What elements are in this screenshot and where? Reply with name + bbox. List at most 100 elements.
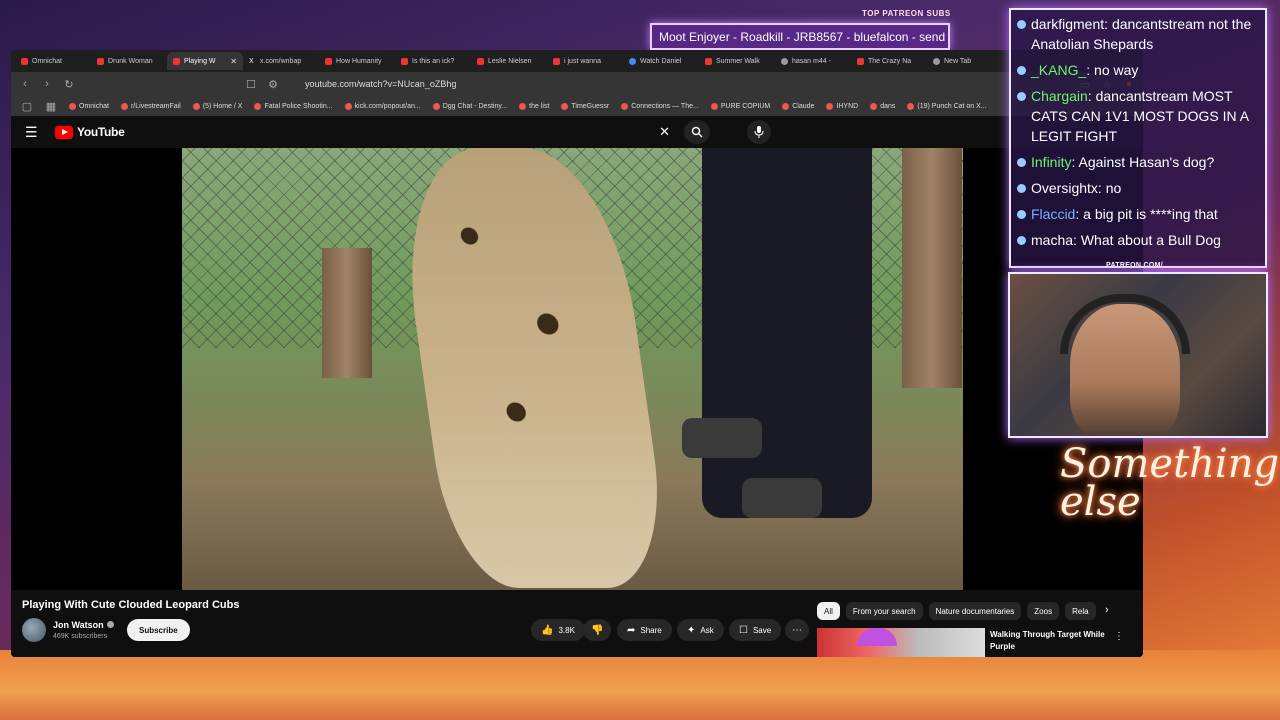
google-icon bbox=[781, 57, 788, 65]
forward-icon[interactable]: › bbox=[41, 78, 53, 90]
tab-label: i just wanna bbox=[564, 57, 601, 65]
chat-message: macha: What about a Bull Dog bbox=[1017, 230, 1259, 250]
sidebar-toggle-icon[interactable]: ▢ bbox=[21, 100, 33, 113]
bookmark-favicon-icon bbox=[344, 102, 352, 110]
bookmark-item[interactable]: Connections — The... bbox=[621, 102, 699, 110]
chat-badge-icon bbox=[1017, 20, 1026, 29]
back-icon[interactable]: ‹ bbox=[19, 78, 31, 90]
bookmark-item[interactable]: (5) Home / X bbox=[192, 102, 242, 110]
bookmark-icon[interactable]: ☐ bbox=[245, 78, 257, 91]
bookmark-label: PURE COPIUM bbox=[720, 102, 771, 110]
bookmark-item[interactable]: IHYND bbox=[826, 102, 858, 110]
filter-chip[interactable]: All bbox=[817, 602, 840, 620]
browser-tab[interactable]: New Tab bbox=[927, 52, 1003, 70]
bookmark-item[interactable]: the list bbox=[519, 102, 549, 110]
browser-tab[interactable]: Leslie Nielsen bbox=[471, 52, 547, 70]
ask-label: Ask bbox=[700, 625, 714, 635]
webcam-feed bbox=[1008, 272, 1268, 438]
browser-tab[interactable]: Drunk Woman bbox=[91, 52, 167, 70]
recommendation-thumbnail[interactable] bbox=[817, 628, 985, 657]
bookmark-favicon-icon bbox=[254, 102, 262, 110]
bookmark-label: Fatal Police Shootin... bbox=[264, 102, 333, 110]
browser-tab[interactable]: Watch Daniel bbox=[623, 52, 699, 70]
tab-label: Summer Walk bbox=[716, 57, 760, 65]
browser-tab[interactable]: The Crazy Na bbox=[851, 52, 927, 70]
chat-text: Infinity: Against Hasan's dog? bbox=[1031, 152, 1214, 172]
channel-name[interactable]: Jon Watson bbox=[53, 620, 114, 630]
chat-username: macha bbox=[1031, 232, 1074, 248]
url-field[interactable]: youtube.com/watch?v=NUcan_oZBhg bbox=[305, 79, 1069, 89]
browser-tab[interactable]: Xx.com/wnbap bbox=[243, 52, 319, 70]
menu-icon[interactable]: ☰ bbox=[25, 124, 43, 141]
chat-badge-icon bbox=[1017, 236, 1026, 245]
subscribe-button[interactable]: Subscribe bbox=[127, 619, 190, 641]
recommendation-title[interactable]: Walking Through Target While Purple bbox=[990, 629, 1108, 653]
bookmark-item[interactable]: PURE COPIUM bbox=[710, 102, 771, 110]
filter-chip[interactable]: Nature documentaries bbox=[928, 602, 1022, 620]
bookmark-item[interactable]: Omnichat bbox=[69, 102, 109, 110]
browser-tab[interactable]: Playing W ✕ bbox=[167, 52, 243, 70]
voice-search-button[interactable] bbox=[747, 120, 771, 144]
newtab-icon bbox=[933, 57, 940, 65]
chat-message-text: What about a Bull Dog bbox=[1080, 232, 1221, 248]
bookmark-favicon-icon bbox=[192, 102, 200, 110]
browser-tab[interactable]: How Humanity bbox=[319, 52, 395, 70]
chat-username: darkfigment bbox=[1031, 16, 1105, 32]
chat-icon bbox=[21, 57, 28, 65]
search-button[interactable] bbox=[684, 120, 710, 144]
bookmark-label: dans bbox=[880, 102, 896, 110]
chat-message-text: no bbox=[1105, 180, 1122, 196]
share-label: Share bbox=[640, 625, 662, 635]
bookmark-item[interactable]: (19) Punch Cat on X... bbox=[907, 102, 987, 110]
youtube-logo[interactable]: YouTube bbox=[55, 125, 125, 139]
background-sand bbox=[0, 650, 1280, 720]
chat-badge-icon bbox=[1017, 158, 1026, 167]
bookmark-item[interactable]: kick.com/popout/an... bbox=[344, 102, 421, 110]
close-tab-icon[interactable]: ✕ bbox=[230, 57, 237, 66]
bookmark-favicon-icon bbox=[69, 102, 76, 110]
browser-tab[interactable]: Omnichat bbox=[15, 52, 91, 70]
filter-chip[interactable]: Rela bbox=[1065, 602, 1096, 620]
tab-label: Leslie Nielsen bbox=[488, 57, 532, 65]
fence-post bbox=[322, 248, 372, 378]
save-button[interactable]: ☐ Save bbox=[729, 619, 782, 641]
like-button[interactable]: 👍 3.8K bbox=[531, 619, 585, 641]
share-button[interactable]: ➦ Share bbox=[617, 619, 672, 641]
chevron-right-icon[interactable]: › bbox=[1105, 604, 1109, 616]
patreon-ticker: Moot Enjoyer - Roadkill - JRB8567 - blue… bbox=[650, 23, 950, 50]
video-frame[interactable] bbox=[182, 148, 963, 590]
more-actions-button[interactable]: ⋯ bbox=[785, 619, 809, 641]
bookmark-item[interactable]: Claude bbox=[782, 102, 815, 110]
channel-avatar[interactable] bbox=[22, 618, 46, 642]
dislike-button[interactable]: 👎 bbox=[583, 619, 612, 641]
bookmark-item[interactable]: Fatal Police Shootin... bbox=[254, 102, 333, 110]
bookmark-item[interactable]: r/LivestreamFail bbox=[120, 102, 181, 110]
youtube-icon bbox=[857, 57, 864, 65]
ask-button[interactable]: ✦ Ask bbox=[677, 619, 724, 641]
browser-tab[interactable]: Is this an ick? bbox=[395, 52, 471, 70]
search-input[interactable]: ✕ bbox=[366, 120, 716, 144]
bookmark-item[interactable]: dans bbox=[870, 102, 896, 110]
browser-tab[interactable]: hasan m44 - bbox=[775, 52, 851, 70]
video-player[interactable] bbox=[11, 148, 1143, 590]
bookmark-label: Claude bbox=[792, 102, 815, 110]
tab-label: Watch Daniel bbox=[640, 57, 682, 65]
apps-icon[interactable]: ▦ bbox=[45, 100, 57, 113]
site-info-icon[interactable]: ⚙ bbox=[267, 78, 279, 91]
recommendation-more-icon[interactable]: ⋮ bbox=[1114, 631, 1124, 642]
bookmark-item[interactable]: TimeGuessr bbox=[561, 102, 610, 110]
bookmark-favicon-icon bbox=[782, 102, 790, 110]
bookmark-item[interactable]: Dgg Chat - Destiny... bbox=[432, 102, 507, 110]
clear-search-icon[interactable]: ✕ bbox=[659, 124, 670, 140]
youtube-play-icon bbox=[55, 125, 73, 139]
filter-chip[interactable]: Zoos bbox=[1027, 602, 1060, 620]
reload-icon[interactable]: ↻ bbox=[63, 78, 75, 91]
browser-tab[interactable]: Summer Walk bbox=[699, 52, 775, 70]
browser-tab[interactable]: i just wanna bbox=[547, 52, 623, 70]
bookmark-label: TimeGuessr bbox=[571, 102, 610, 110]
bookmark-label: r/LivestreamFail bbox=[130, 102, 181, 110]
chat-separator: : bbox=[1075, 206, 1084, 222]
filter-chip[interactable]: From your search bbox=[845, 602, 923, 620]
chat-message-text: no way bbox=[1094, 62, 1139, 78]
chat-message-text: a big pit is ****ing that bbox=[1083, 206, 1218, 222]
